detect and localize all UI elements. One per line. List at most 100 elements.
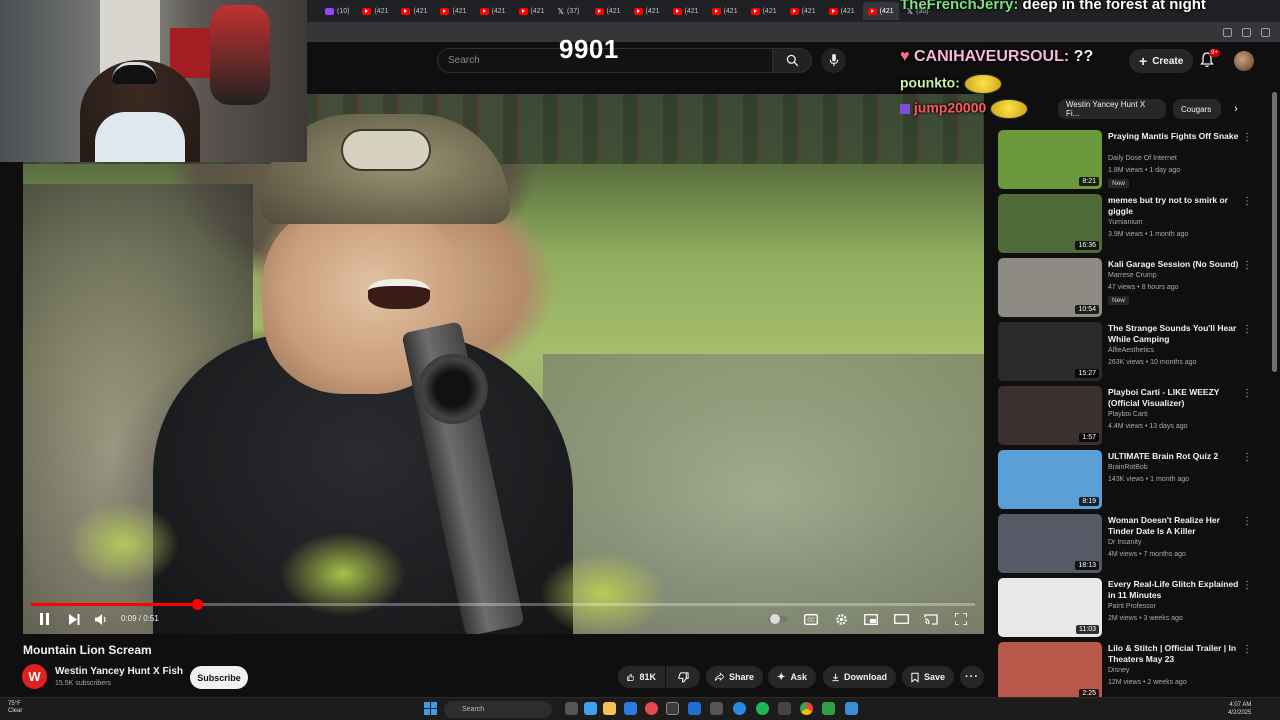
recommended-title[interactable]: Kali Garage Session (No Sound)	[1108, 259, 1240, 270]
recommended-title[interactable]: Playboi Carti - LIKE WEEZY (Official Vis…	[1108, 387, 1240, 409]
miniplayer-button[interactable]	[863, 611, 879, 627]
browser-tab[interactable]: (421	[590, 2, 626, 20]
store-icon[interactable]	[688, 702, 701, 715]
extensions-icon[interactable]	[1223, 27, 1232, 37]
browser-tab[interactable]: (421	[514, 2, 550, 20]
file-explorer-icon[interactable]	[603, 702, 616, 715]
more-vertical-icon[interactable]: ⋮	[1242, 516, 1252, 527]
more-vertical-icon[interactable]: ⋮	[1242, 452, 1252, 463]
recommended-video[interactable]: 1:57 Playboi Carti - LIKE WEEZY (Official…	[998, 386, 1258, 446]
search-button[interactable]	[772, 48, 812, 73]
browser-tab[interactable]: (421	[785, 2, 821, 20]
app-icon[interactable]	[845, 702, 858, 715]
chip-channel[interactable]: Westin Yancey Hunt X Fi...	[1058, 99, 1166, 119]
volume-button[interactable]	[93, 611, 109, 627]
video-progress-bar[interactable]	[31, 599, 975, 610]
browser-tab[interactable]: 𝕏 (37)	[553, 2, 587, 20]
spotify-icon[interactable]	[756, 702, 769, 715]
taskbar-search[interactable]: Search	[444, 701, 552, 718]
video-player[interactable]	[23, 94, 984, 634]
recommended-channel[interactable]: AlfieAesthetics	[1108, 347, 1154, 354]
browser-tab[interactable]: (421	[357, 2, 393, 20]
recommended-title[interactable]: memes but try not to smirk or giggle	[1108, 195, 1240, 217]
more-vertical-icon[interactable]: ⋮	[1242, 644, 1252, 655]
video-thumbnail[interactable]: 10:54	[998, 258, 1102, 317]
task-view-icon[interactable]	[565, 702, 578, 715]
recommended-video[interactable]: 18:13 Woman Doesn't Realize Her Tinder Da…	[998, 514, 1258, 574]
recommended-title[interactable]: Every Real-Life Glitch Explained in 11 M…	[1108, 579, 1240, 601]
video-thumbnail[interactable]: 16:36	[998, 194, 1102, 253]
app-icon[interactable]	[778, 702, 791, 715]
windows-start-icon[interactable]	[424, 702, 437, 715]
app-icon[interactable]	[710, 702, 723, 715]
subscribe-button[interactable]: Subscribe	[190, 666, 248, 689]
profile-icon[interactable]	[1261, 27, 1270, 37]
browser-tab[interactable]: (421	[629, 2, 665, 20]
app-icon[interactable]	[822, 702, 835, 715]
bookmark-icon[interactable]	[1242, 27, 1251, 37]
video-thumbnail[interactable]: 8:19	[998, 450, 1102, 509]
dislike-button[interactable]	[666, 666, 700, 688]
channel-avatar[interactable]: W	[22, 664, 47, 689]
pause-button[interactable]	[36, 611, 52, 627]
browser-tab[interactable]: (421	[475, 2, 511, 20]
account-avatar[interactable]	[1234, 51, 1254, 71]
save-button[interactable]: Save	[902, 666, 954, 688]
browser-tab[interactable]: (421	[707, 2, 743, 20]
recommended-video[interactable]: 2:25 Lilo & Stitch | Official Trailer | I…	[998, 642, 1258, 702]
more-vertical-icon[interactable]: ⋮	[1242, 132, 1252, 143]
recommended-video[interactable]: 11:03 Every Real-Life Glitch Explained in…	[998, 578, 1258, 638]
channel-name[interactable]: Westin Yancey Hunt X Fish	[55, 666, 183, 677]
like-button[interactable]: 81K	[618, 666, 665, 688]
recommended-channel[interactable]: Dr Insanity	[1108, 539, 1141, 546]
more-vertical-icon[interactable]: ⋮	[1242, 388, 1252, 399]
browser-tab[interactable]: (421	[668, 2, 704, 20]
chrome-active-icon[interactable]	[666, 702, 679, 715]
more-vertical-icon[interactable]: ⋮	[1242, 260, 1252, 271]
video-thumbnail[interactable]: 2:25	[998, 642, 1102, 701]
video-thumbnail[interactable]: 8:21	[998, 130, 1102, 189]
share-button[interactable]: Share	[706, 666, 763, 688]
recommended-channel[interactable]: Marrese Crump	[1108, 272, 1157, 279]
video-thumbnail[interactable]: 1:57	[998, 386, 1102, 445]
chip-cougars[interactable]: Cougars	[1173, 99, 1221, 119]
fullscreen-button[interactable]	[953, 611, 969, 627]
recommended-channel[interactable]: Disney	[1108, 667, 1129, 674]
recommended-title[interactable]: Lilo & Stitch | Official Trailer | In Th…	[1108, 643, 1240, 665]
chrome-icon[interactable]	[800, 702, 813, 715]
recommended-title[interactable]: The Strange Sounds You'll Hear While Cam…	[1108, 323, 1240, 345]
page-scrollbar[interactable]	[1272, 92, 1277, 372]
app-icon[interactable]	[733, 702, 746, 715]
app-icon[interactable]	[645, 702, 658, 715]
recommended-channel[interactable]: Playboi Carti	[1108, 411, 1148, 418]
chips-next-chevron-icon[interactable]: ›	[1228, 101, 1244, 117]
settings-button[interactable]	[833, 611, 849, 627]
more-actions-button[interactable]: ···	[960, 666, 984, 688]
weather-widget[interactable]: 75°F Clear	[8, 701, 22, 715]
recommended-channel[interactable]: BrainRotBob	[1108, 464, 1148, 471]
recommended-video[interactable]: 10:54 Kali Garage Session (No Sound) Marre…	[998, 258, 1258, 318]
recommended-title[interactable]: ULTIMATE Brain Rot Quiz 2	[1108, 451, 1240, 462]
captions-button[interactable]: CC	[803, 611, 819, 627]
voice-search-button[interactable]	[821, 48, 846, 73]
video-thumbnail[interactable]: 11:03	[998, 578, 1102, 637]
more-vertical-icon[interactable]: ⋮	[1242, 324, 1252, 335]
browser-tab[interactable]: (421	[862, 2, 899, 20]
more-vertical-icon[interactable]: ⋮	[1242, 580, 1252, 591]
recommended-channel[interactable]: Daily Dose Of Internet	[1108, 155, 1177, 162]
widgets-icon[interactable]	[584, 702, 597, 715]
recommended-video[interactable]: 15:27 The Strange Sounds You'll Hear Whil…	[998, 322, 1258, 382]
recommended-video[interactable]: 8:19 ULTIMATE Brain Rot Quiz 2 BrainRotBob…	[998, 450, 1258, 510]
edge-icon[interactable]	[624, 702, 637, 715]
create-button[interactable]: + Create	[1129, 49, 1194, 73]
browser-tab[interactable]: (421	[435, 2, 471, 20]
recommended-title[interactable]: Praying Mantis Fights Off Snake	[1108, 131, 1240, 142]
cast-button[interactable]	[923, 611, 939, 627]
autoplay-toggle[interactable]	[768, 612, 788, 626]
download-button[interactable]: Download	[823, 666, 896, 688]
theater-mode-button[interactable]	[893, 611, 909, 627]
recommended-video[interactable]: 16:36 memes but try not to smirk or giggl…	[998, 194, 1258, 254]
next-button[interactable]	[66, 611, 82, 627]
taskbar-clock[interactable]: 4:07 AM 4/2/2025	[1228, 701, 1251, 717]
recommended-channel[interactable]: Yumianium	[1108, 219, 1143, 226]
